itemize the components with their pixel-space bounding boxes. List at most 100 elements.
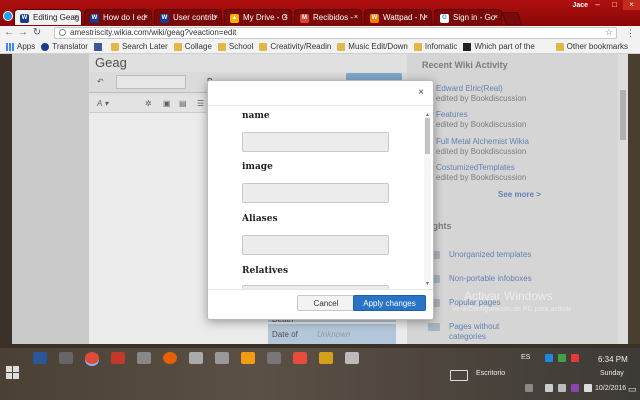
divider (208, 105, 433, 106)
folder-icon (555, 42, 564, 51)
wifi-icon[interactable] (558, 384, 566, 392)
tab-how-do-i-edit[interactable]: W How do I ed × (84, 9, 152, 25)
tab-recibidos[interactable]: M Recibidos - × (294, 9, 362, 25)
bookmarks-bar: Apps Translator Search Later Collage Sch… (0, 40, 640, 54)
onenote-icon[interactable] (571, 384, 579, 392)
firefox-icon[interactable] (163, 352, 177, 364)
new-tab-button[interactable] (501, 12, 523, 25)
bookmark-translator[interactable]: Translator (41, 42, 88, 51)
tab-user-contributions[interactable]: W User contrib × (154, 9, 222, 25)
close-icon[interactable]: × (284, 10, 288, 25)
desktop-wallpaper-left (0, 54, 12, 344)
clock-day[interactable]: Sunday (600, 370, 624, 377)
maximize-button[interactable]: □ (606, 0, 623, 10)
tab-title: Wattpad - N (383, 13, 426, 22)
activate-windows-watermark: Activar Windows (464, 289, 553, 303)
folder-icon (173, 42, 182, 51)
tab-sign-in-google[interactable]: G Sign in - Go × (434, 9, 502, 25)
tray-expand-icon[interactable] (525, 384, 533, 392)
powerpoint-icon[interactable] (111, 352, 125, 364)
clock-date[interactable]: 10/2/2016 (595, 385, 626, 392)
close-icon[interactable]: × (144, 10, 148, 25)
tab-title: How do I ed (103, 13, 146, 22)
bookmark-folder-search-later[interactable]: Search Later (110, 42, 168, 51)
bookmark-label: Apps (17, 42, 36, 51)
word-icon[interactable] (33, 352, 47, 364)
bookmark-label: Translator (52, 42, 88, 51)
close-icon[interactable]: × (354, 10, 358, 25)
chrome-menu-icon[interactable]: ⋮ (626, 28, 635, 39)
url-text[interactable]: amestriscity.wikia.com/wiki/geag?veactio… (70, 28, 236, 38)
profile-name[interactable]: Jace (572, 2, 588, 9)
bookmark-folder-music[interactable]: Music Edit/Down (337, 42, 408, 51)
bookmark-star-icon[interactable]: ☆ (605, 27, 613, 38)
bookmark-which-part[interactable]: Which part of the (463, 42, 535, 51)
back-arrow-icon[interactable]: ← (3, 27, 15, 39)
browser-titlebar: W Editing Geag × W How do I ed × W User … (0, 0, 640, 26)
windows-start-icon[interactable] (6, 366, 20, 380)
tab-my-drive[interactable]: ▲ My Drive - G × (224, 9, 292, 25)
window-controls: – □ × (589, 0, 640, 10)
clock-time[interactable]: 6:34 PM (598, 355, 628, 364)
folder-icon (259, 42, 268, 51)
cancel-button[interactable]: Cancel (297, 295, 355, 311)
bookmark-facebook[interactable] (93, 42, 105, 51)
tab-editing-geag[interactable]: W Editing Geag × (14, 9, 82, 25)
bookmark-apps[interactable]: Apps (6, 42, 35, 51)
app-icon[interactable] (293, 352, 307, 364)
photos-icon[interactable] (345, 352, 359, 364)
page-info-icon[interactable] (59, 29, 66, 36)
vlc-icon[interactable] (241, 352, 255, 364)
desktop-label[interactable]: Escritorio (476, 370, 505, 377)
battery-icon[interactable] (545, 384, 553, 392)
wikia-icon: W (90, 14, 99, 23)
forward-arrow-icon[interactable]: → (17, 27, 29, 39)
apply-changes-button[interactable]: Apply changes (353, 295, 426, 311)
scrollbar-thumb[interactable] (425, 118, 430, 154)
close-icon[interactable]: × (494, 10, 498, 25)
wikia-icon (41, 42, 50, 51)
close-icon[interactable]: × (74, 10, 78, 25)
google-icon: G (440, 14, 449, 23)
app-icon[interactable] (189, 352, 203, 364)
dialog-scrollbar[interactable]: ▲ ▼ (424, 112, 431, 287)
desktop-wallpaper-right (628, 54, 640, 344)
tab-title: Recibidos - (313, 13, 354, 22)
tab-title: My Drive - G (243, 13, 288, 22)
folder-icon (413, 42, 422, 51)
name-field[interactable] (242, 132, 389, 152)
tray-app-icon[interactable] (545, 354, 553, 362)
app-icon[interactable] (215, 352, 229, 364)
close-icon[interactable]: × (424, 10, 428, 25)
reload-icon[interactable]: ↻ (31, 27, 43, 39)
minimize-button[interactable]: – (589, 0, 606, 10)
volume-icon[interactable] (584, 384, 592, 392)
bookmark-other-folder[interactable]: Other bookmarks (555, 40, 628, 53)
language-indicator[interactable]: ES (521, 354, 530, 361)
address-bar[interactable]: amestriscity.wikia.com/wiki/geag?veactio… (54, 27, 617, 39)
folder-icon (110, 42, 119, 51)
close-icon[interactable]: × (418, 87, 424, 98)
tab-wattpad[interactable]: W Wattpad - N × (364, 9, 432, 25)
field-label-name: name (242, 111, 270, 121)
bookmark-folder-collage[interactable]: Collage (173, 42, 212, 51)
bookmark-folder-creativity[interactable]: Creativity/Readin (259, 42, 331, 51)
chrome-icon[interactable] (85, 352, 99, 364)
scroll-down-icon[interactable]: ▼ (425, 281, 430, 287)
bookmark-label: School (228, 42, 254, 51)
action-center-icon[interactable]: ▭ (628, 384, 637, 395)
app-icon[interactable] (137, 352, 151, 364)
bookmark-folder-school[interactable]: School (217, 42, 254, 51)
image-field[interactable] (242, 183, 389, 203)
close-icon[interactable]: × (214, 10, 218, 25)
aliases-field[interactable] (242, 235, 389, 255)
app-icon[interactable] (267, 352, 281, 364)
folder-icon (337, 42, 346, 51)
close-window-button[interactable]: × (623, 0, 640, 10)
tray-app-icon[interactable] (558, 354, 566, 362)
file-explorer-icon[interactable] (319, 352, 333, 364)
app-icon[interactable] (59, 352, 73, 364)
keyboard-icon[interactable] (450, 370, 468, 381)
bookmark-folder-infomatic[interactable]: Infomatic (413, 42, 457, 51)
tray-app-icon[interactable] (571, 354, 579, 362)
